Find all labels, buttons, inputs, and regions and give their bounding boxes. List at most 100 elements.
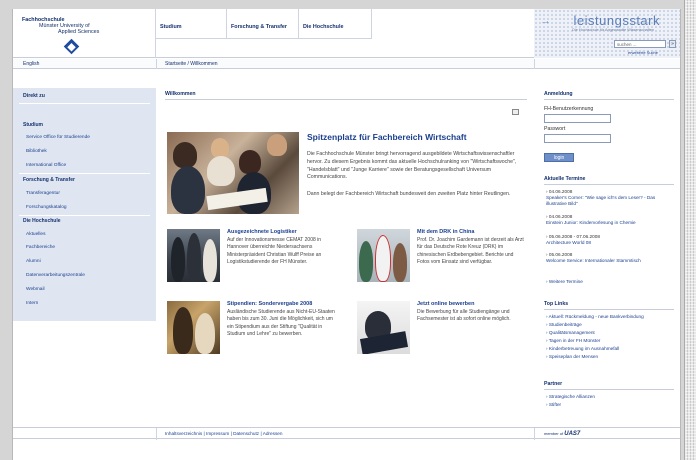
news-tile: Ausgezeichnete Logistiker Auf der Innova…: [165, 229, 347, 289]
event-item[interactable]: › 04.06.2008 Einstein Junior: Kindervorle…: [546, 214, 674, 226]
partner-heading: Partner: [544, 381, 563, 387]
event-title[interactable]: Architecture World 08: [546, 240, 591, 245]
event-item[interactable]: › 05.06.2008 - 07.06.2008 Architecture Wo…: [546, 234, 674, 246]
event-item[interactable]: › 05.06.2008 Welcome Service: Internation…: [546, 252, 674, 264]
password-field[interactable]: [544, 134, 611, 143]
footer-links[interactable]: Inhaltsverzeichnis | Impressum | Datensc…: [165, 431, 283, 436]
event-date: 04.06.2008: [548, 214, 573, 219]
photo-shape: [359, 241, 373, 282]
event-title[interactable]: Einstein Junior: Kindervorlesung in Chem…: [546, 220, 636, 225]
username-field[interactable]: [544, 114, 611, 123]
partner-label: Strategische Allianzen: [548, 394, 595, 399]
divider: [534, 428, 535, 440]
sidebar-group-hochschule[interactable]: Die Hochschule: [23, 218, 61, 224]
tile-text: Auf der Innovationsmesse CEMAT 2008 in H…: [227, 237, 322, 265]
page-title: Willkommen: [165, 91, 196, 97]
divider: [544, 309, 674, 310]
toplink-label: Studienbeiträge: [548, 322, 582, 327]
divider: [544, 389, 674, 390]
tile-heading[interactable]: Stipendien: Sondervergabe 2008: [227, 301, 312, 307]
tile-heading[interactable]: Jetzt online bewerben: [417, 301, 474, 307]
divider: [544, 99, 674, 100]
logo-line3: Applied Sciences: [58, 29, 100, 35]
sidebar-item-service-office[interactable]: Service Office für Studierende: [26, 135, 90, 140]
search-button[interactable]: »: [669, 40, 676, 48]
tile-image: [167, 229, 220, 282]
logo[interactable]: Fachhochschule Münster University of App…: [13, 9, 156, 58]
page: Fachhochschule Münster University of App…: [12, 9, 681, 460]
feature-heading[interactable]: Spitzenplatz für Fachbereich Wirtschaft: [307, 132, 467, 142]
divider: [156, 428, 157, 440]
photo-shape: [187, 233, 201, 282]
brand-subtitle: Die Hochschule für Angewandte Wissenscha…: [572, 28, 654, 32]
tile-text: Prof. Dr. Joachim Gardemann ist derzeit …: [417, 237, 524, 265]
photo-shape: [207, 156, 235, 186]
dates-heading: Aktuelle Termine: [544, 176, 586, 182]
divider: [19, 215, 150, 216]
event-title[interactable]: Welcome Service: Internationaler Stammti…: [546, 258, 641, 263]
footer: Inhaltsverzeichnis | Impressum | Datensc…: [13, 427, 680, 440]
sidebar-item-dvz[interactable]: Datenverarbeitungszentrale: [26, 273, 85, 278]
photo-shape: [171, 166, 205, 214]
sidebar-item-fachbereiche[interactable]: Fachbereiche: [26, 245, 55, 250]
nav-forschung-transfer[interactable]: Forschung & Transfer: [227, 9, 299, 39]
news-tile: Jetzt online bewerben Die Bewerbung für …: [355, 301, 537, 361]
nav-die-hochschule[interactable]: Die Hochschule: [299, 9, 372, 39]
subbar: English Startseite / Willkommen: [13, 59, 680, 69]
sidebar-item-bibliothek[interactable]: Bibliothek: [26, 149, 47, 154]
sidebar-heading: Direkt zu: [23, 93, 45, 99]
logo-diamond-icon: [63, 38, 80, 55]
toplink-item[interactable]: › Tagen in der FH Münster: [546, 338, 600, 343]
partner-item[interactable]: › Strategische Allianzen: [546, 394, 595, 399]
sidebar-item-forschungskatalog[interactable]: Forschungskatalog: [26, 205, 67, 210]
toplink-item[interactable]: › Aktuell: Rückmeldung - neue Bankverbin…: [546, 314, 644, 319]
sidebar-group-forschung[interactable]: Forschung & Transfer: [23, 177, 75, 183]
toplink-label: Speiseplan der Mensen: [548, 354, 599, 359]
sidebar-item-transferagentur[interactable]: Transferagentur: [26, 191, 60, 196]
event-item[interactable]: › 04.06.2008 Speaker's Corner: "Wie sage …: [546, 189, 674, 208]
toplink-item[interactable]: › Studienbeiträge: [546, 322, 582, 327]
event-title[interactable]: Speaker's Corner: "Wie sage ich's dem Le…: [546, 195, 655, 206]
toplink-label: Qualitätsmanagement: [548, 330, 595, 335]
sidebar-item-intern[interactable]: Intern: [26, 301, 38, 306]
photo-shape: [267, 134, 287, 156]
member-label: member of: [544, 431, 564, 436]
brand-banner: → leistungsstark Die Hochschule für Ange…: [534, 9, 680, 58]
sidebar-item-international-office[interactable]: International Office: [26, 163, 66, 168]
search-input[interactable]: [614, 40, 666, 48]
breadcrumb[interactable]: Startseite / Willkommen: [165, 61, 218, 67]
tile-heading[interactable]: Ausgezeichnete Logistiker: [227, 229, 297, 235]
window-edge: [684, 0, 696, 460]
toplink-item[interactable]: › Speiseplan der Mensen: [546, 354, 598, 359]
photo-shape: [195, 313, 215, 354]
photo-shape: [173, 142, 197, 168]
brand-arrow-icon: →: [540, 15, 551, 27]
toplink-item[interactable]: › Kinderbetreuung im Ausnahmefall: [546, 346, 619, 351]
uas7-logo: UAS7: [564, 431, 581, 437]
tile-text: Die Bewerbung für alle Studiengänge und …: [417, 309, 511, 323]
login-button[interactable]: login: [544, 153, 574, 162]
tile-heading[interactable]: Mit dem DRK in China: [417, 229, 474, 235]
sidebar-item-aktuelles[interactable]: Aktuelles: [26, 232, 45, 237]
sidebar-item-webmail[interactable]: Webmail: [26, 287, 45, 292]
sidebar-item-alumni[interactable]: Alumni: [26, 259, 41, 264]
nav-studium[interactable]: Studium: [156, 9, 227, 39]
password-label: Passwort: [544, 126, 566, 132]
tile-text: Ausländische Studierende aus Nicht-EU-St…: [227, 309, 335, 337]
more-dates-link[interactable]: › Weitere Termine: [546, 279, 583, 284]
toplink-label: Kinderbetreuung im Ausnahmefall: [548, 346, 620, 351]
toplink-item[interactable]: › Qualitätsmanagement: [546, 330, 595, 335]
partner-item[interactable]: › Stifter: [546, 402, 561, 407]
login-heading: Anmeldung: [544, 91, 573, 97]
divider: [156, 59, 157, 69]
username-label: FH-Benutzerkennung: [544, 106, 594, 112]
news-tile: Mit dem DRK in China Prof. Dr. Joachim G…: [355, 229, 537, 289]
photo-shape: [211, 138, 229, 158]
language-link[interactable]: English: [23, 61, 39, 67]
photo-shape: [393, 243, 407, 282]
sidebar-group-studium[interactable]: Studium: [23, 122, 43, 128]
divider: [165, 99, 527, 100]
advanced-search-link[interactable]: erweiterte Suche: [628, 50, 658, 55]
member-badge[interactable]: member of UAS7: [544, 431, 580, 437]
print-icon[interactable]: [512, 109, 519, 115]
